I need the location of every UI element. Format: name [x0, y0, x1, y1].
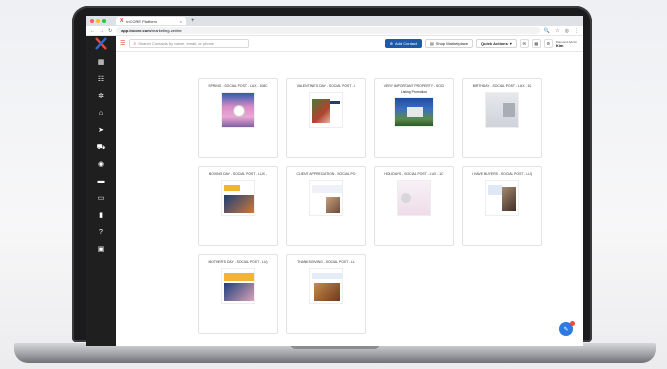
help-icon[interactable]: ? — [99, 228, 103, 237]
window-icon[interactable]: ▬ — [98, 177, 105, 186]
template-title: MOTHER'S DAY - SOCIAL POST - LU) — [208, 260, 268, 264]
marketing-center-content: SPRING - SOCIAL POST - LUX - 108C VALENT… — [116, 52, 583, 346]
maximize-window-dot[interactable] — [102, 19, 106, 23]
account-menu[interactable]: Diamond Admin Kim — [556, 40, 577, 48]
document-icon[interactable]: ▣ — [98, 245, 105, 254]
i-have-buyers-thumbnail — [485, 180, 519, 216]
url-path: /marketing-center — [150, 28, 182, 33]
template-title: THANKSGIVING - SOCIAL POST - LL — [297, 260, 355, 264]
template-subtitle: Listing Promotion — [400, 90, 428, 94]
new-tab-icon[interactable]: + — [191, 18, 195, 24]
chat-icon: ✎ — [563, 326, 569, 333]
template-card-mothers-day[interactable]: MOTHER'S DAY - SOCIAL POST - LU) — [198, 254, 278, 334]
network-icon[interactable]: ✲ — [98, 92, 104, 101]
template-card-valentines[interactable]: VALENTINE'S DAY - SOCIAL POST - I — [286, 78, 366, 158]
incore-logo[interactable] — [86, 35, 116, 52]
chevron-down-icon: ▾ — [509, 41, 512, 46]
template-card-holidays[interactable]: HOLIDAYS - SOCIAL POST - LUX - 1C — [374, 166, 454, 246]
settings-gear-icon[interactable]: ⚙ — [543, 39, 553, 48]
template-card-thanksgiving[interactable]: THANKSGIVING - SOCIAL POST - LL — [286, 254, 366, 334]
client-appreciation-thumbnail — [309, 180, 343, 216]
url-domain: app.incore.com — [121, 28, 151, 33]
contacts-icon[interactable]: ☷ — [98, 75, 104, 84]
zoom-icon[interactable]: 🔍 — [544, 28, 550, 34]
add-contact-button[interactable]: ⊕ Add Contact — [384, 39, 423, 48]
property-thumbnail — [394, 97, 434, 127]
browser-url-bar: ← → ↻ app.incore.com/marketing-center 🔍 … — [86, 26, 583, 36]
template-card-birthday[interactable]: BIRTHDAY - SOCIAL POST - LUX - 10 — [462, 78, 542, 158]
laptop-screen: X inCORE Platform × + ← → ↻ app.incore.c… — [86, 16, 583, 346]
browser-tab-bar: X inCORE Platform × + — [86, 16, 583, 26]
template-grid: SPRING - SOCIAL POST - LUX - 108C VALENT… — [198, 78, 542, 334]
reload-icon[interactable]: ↻ — [108, 28, 112, 34]
dashboard-grid-icon[interactable]: ▦ — [98, 58, 105, 67]
back-arrow-icon[interactable]: ← — [90, 28, 95, 34]
quick-actions-label: Quick Actions — [481, 41, 508, 46]
app-header: ☰ ⌕ Search Contacts by name, email, or p… — [86, 35, 583, 52]
address-field[interactable]: app.incore.com/marketing-center — [116, 27, 540, 34]
holidays-thumbnail — [397, 180, 431, 216]
account-name: Kim — [555, 42, 564, 48]
home-icon[interactable]: ⌂ — [99, 109, 103, 118]
mail-icon[interactable]: ✉ — [519, 39, 529, 48]
template-card-boxing-day[interactable]: BOXING DAY - SOCIAL POST - LUX - — [198, 166, 278, 246]
target-icon[interactable]: ◉ — [98, 160, 104, 169]
spring-thumbnail — [221, 92, 255, 128]
laptop-base — [14, 343, 656, 363]
sidebar: ▦ ☷ ✲ ⌂ ➤ ⛟ ◉ ▬ ▭ ▮ ? ▣ — [86, 52, 116, 346]
search-placeholder: Search Contacts by name, email, or phone — [138, 41, 215, 46]
template-title: BOXING DAY - SOCIAL POST - LUX - — [209, 172, 267, 176]
add-user-icon: ⊕ — [389, 41, 393, 46]
close-window-dot[interactable] — [90, 19, 94, 23]
template-title: VALENTINE'S DAY - SOCIAL POST - I — [296, 84, 356, 88]
incore-favicon-icon: X — [120, 18, 124, 24]
template-card-spring[interactable]: SPRING - SOCIAL POST - LUX - 108C — [198, 78, 278, 158]
template-card-client-appreciation[interactable]: CLIENT APPRECIATION - SOCIAL PO — [286, 166, 366, 246]
profile-icon[interactable]: ◎ — [565, 28, 569, 34]
contact-search-input[interactable]: ⌕ Search Contacts by name, email, or pho… — [129, 39, 250, 48]
template-title: BIRTHDAY - SOCIAL POST - LUX - 10 — [472, 84, 532, 88]
template-title: SPRING - SOCIAL POST - LUX - 108C — [208, 84, 268, 88]
bookmark-star-icon[interactable]: ☆ — [555, 28, 559, 34]
template-card-property[interactable]: VERY IMPORTANT PROPERTY - SOCI Listing P… — [374, 78, 454, 158]
bar-chart-icon[interactable]: ▮ — [99, 211, 103, 220]
send-icon[interactable]: ➤ — [98, 126, 104, 135]
car-icon[interactable]: ⛟ — [97, 143, 106, 152]
x-logo-icon — [95, 37, 107, 50]
add-contact-label: Add Contact — [395, 41, 418, 46]
boxing-day-thumbnail — [221, 180, 255, 216]
minimize-window-dot[interactable] — [96, 19, 100, 23]
template-card-i-have-buyers[interactable]: I HAVE BUYERS - SOCIAL POST - LU) — [462, 166, 542, 246]
browser-menu-icon[interactable]: ⋮ — [574, 28, 579, 34]
tab-close-icon[interactable]: × — [180, 19, 182, 24]
birthday-thumbnail — [485, 92, 519, 128]
layout-icon[interactable]: ▭ — [98, 194, 105, 203]
template-title: I HAVE BUYERS - SOCIAL POST - LU) — [472, 172, 532, 176]
valentines-thumbnail — [309, 92, 343, 128]
template-title: CLIENT APPRECIATION - SOCIAL PO — [296, 172, 356, 176]
template-title: VERY IMPORTANT PROPERTY - SOCI — [383, 84, 445, 88]
hamburger-menu-icon[interactable]: ☰ — [120, 40, 125, 47]
browser-tab[interactable]: X inCORE Platform × — [116, 17, 186, 25]
store-icon: ▤ — [430, 41, 434, 46]
tab-title: inCORE Platform — [126, 18, 158, 24]
shop-marketplace-label: Shop Marketplace — [435, 41, 469, 46]
template-title: HOLIDAYS - SOCIAL POST - LUX - 1C — [384, 172, 444, 176]
thanksgiving-thumbnail — [309, 268, 343, 304]
notification-badge — [570, 321, 575, 326]
search-icon: ⌕ — [133, 40, 137, 47]
mothers-day-thumbnail — [221, 268, 255, 304]
quick-actions-button[interactable]: Quick Actions ▾ — [476, 39, 517, 48]
calendar-icon[interactable]: ▦ — [531, 39, 541, 48]
shop-marketplace-button[interactable]: ▤ Shop Marketplace — [425, 39, 474, 48]
forward-arrow-icon[interactable]: → — [99, 28, 104, 34]
